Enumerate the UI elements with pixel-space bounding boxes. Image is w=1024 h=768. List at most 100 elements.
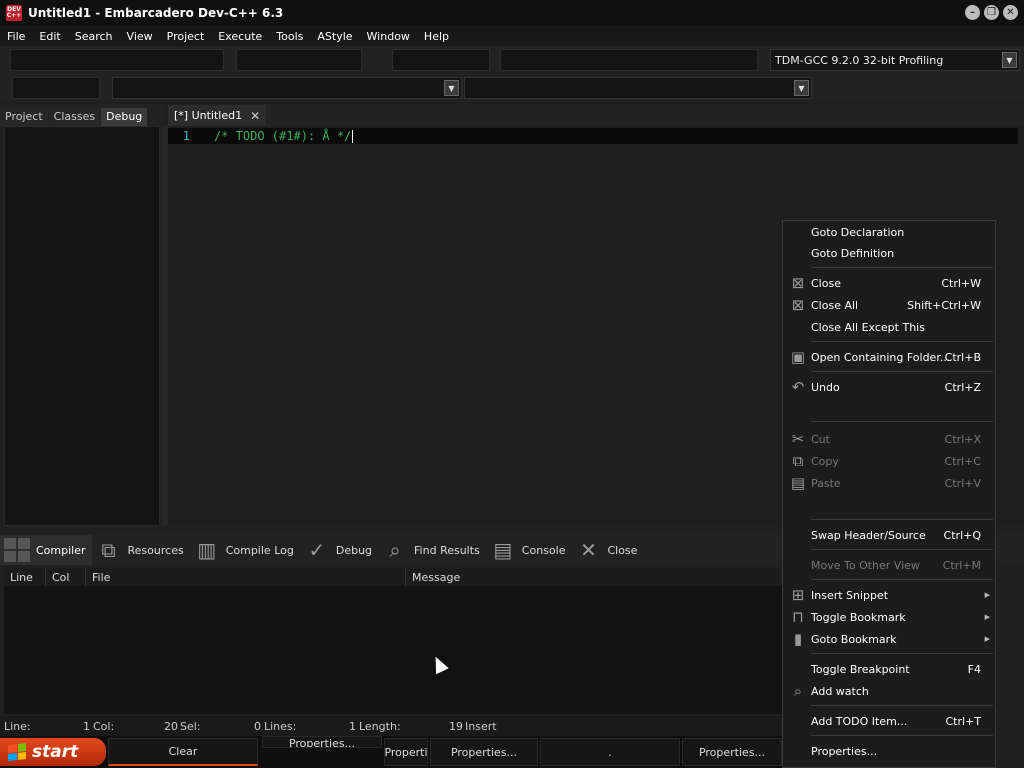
tab-find-results[interactable]: ⌕ Find Results: [378, 535, 486, 565]
left-panel[interactable]: [4, 126, 160, 526]
start-button[interactable]: start: [0, 738, 106, 766]
toolbar-group-edit[interactable]: [236, 49, 362, 71]
tab-debug-output-label: Debug: [335, 543, 373, 557]
tab-compiler[interactable]: Compiler: [0, 535, 92, 565]
menu-swap-header-source[interactable]: Swap Header/Source Ctrl+Q: [783, 524, 995, 546]
tab-compile-log[interactable]: ▥ Compile Log: [190, 535, 300, 565]
menu-separator: [811, 549, 993, 550]
status-lines-label: Lines:: [264, 720, 297, 733]
menu-goto-declaration[interactable]: Goto Declaration: [783, 221, 995, 243]
minimize-icon[interactable]: –: [965, 5, 980, 20]
left-panel-tabs: Project Classes Debug: [0, 104, 164, 126]
column-message[interactable]: Message: [406, 568, 804, 586]
code-text[interactable]: /* TODO (#1#): Å */: [214, 129, 351, 143]
menu-properties[interactable]: Properties...: [783, 740, 995, 762]
member-select[interactable]: ▼: [464, 77, 812, 99]
menu-edit[interactable]: Edit: [32, 30, 67, 43]
menu-goto-bookmark[interactable]: ▮ Goto Bookmark ▶: [783, 628, 995, 650]
menu-open-containing-folder[interactable]: ▣ Open Containing Folder... Ctrl+B: [783, 346, 995, 368]
menu-close-all-except-this[interactable]: Close All Except This: [783, 316, 995, 338]
menu-insert-snippet[interactable]: ⊞ Insert Snippet ▶: [783, 584, 995, 606]
compiler-select[interactable]: TDM-GCC 9.2.0 32-bit Profiling ▼: [770, 49, 1020, 71]
menu-close-all[interactable]: ⊠ Close All Shift+Ctrl+W: [783, 294, 995, 316]
toolbar-group-debug[interactable]: [12, 77, 100, 99]
taskbar-button-properties-2[interactable]: Properti: [384, 738, 428, 766]
status-sel-value: 0: [254, 720, 261, 733]
submenu-arrow-icon: ▶: [984, 635, 990, 643]
menu-add-todo-item[interactable]: Add TODO Item... Ctrl+T: [783, 710, 995, 732]
menu-goto-definition[interactable]: Goto Definition: [783, 242, 995, 264]
taskbar: start Clear Properties... Properti Prope…: [0, 736, 784, 768]
tab-debug-output[interactable]: ✓ Debug: [300, 535, 378, 565]
menu-paste[interactable]: ▤ Paste Ctrl+V: [783, 472, 995, 494]
menu-toggle-bookmark[interactable]: ⊓ Toggle Bookmark ▶: [783, 606, 995, 628]
menu-execute[interactable]: Execute: [211, 30, 269, 43]
chevron-down-icon[interactable]: ▼: [1002, 52, 1017, 68]
column-file[interactable]: File: [86, 568, 406, 586]
snippet-icon: ⊞: [791, 586, 805, 604]
console-icon: ▤: [493, 538, 513, 562]
chevron-down-icon[interactable]: ▼: [444, 80, 459, 96]
column-col[interactable]: Col: [46, 568, 86, 586]
taskbar-button-clear[interactable]: Clear: [108, 738, 258, 766]
tab-debug[interactable]: Debug: [101, 108, 148, 126]
taskbar-button-properties-1[interactable]: Properties...: [262, 736, 382, 748]
tab-resources[interactable]: ⧉ Resources: [92, 535, 190, 565]
close-file-icon: ⊠: [791, 274, 805, 292]
taskbar-button-properties-3[interactable]: Properties...: [430, 738, 538, 766]
menu-search[interactable]: Search: [68, 30, 120, 43]
menu-separator: [811, 735, 993, 736]
devcpp-app-icon[interactable]: DEV C++: [6, 5, 22, 21]
status-length-value: 19: [449, 720, 463, 733]
chevron-down-icon[interactable]: ▼: [794, 80, 809, 96]
tab-close-panel[interactable]: ✕ Close: [571, 535, 643, 565]
close-window-icon[interactable]: ✕: [1003, 5, 1018, 20]
tab-project[interactable]: Project: [0, 108, 48, 126]
close-icon: ✕: [580, 538, 597, 562]
submenu-arrow-icon: ▶: [984, 591, 990, 599]
status-length-label: Length:: [359, 720, 401, 733]
watch-icon: ⌕: [793, 682, 803, 700]
tab-classes[interactable]: Classes: [48, 108, 101, 126]
close-tab-icon[interactable]: ✕: [250, 109, 260, 123]
taskbar-button-properties-4[interactable]: Properties...: [682, 738, 782, 766]
menu-move-to-other-view[interactable]: Move To Other View Ctrl+M: [783, 554, 995, 576]
copy-icon: ⧉: [792, 452, 804, 470]
menu-close[interactable]: ⊠ Close Ctrl+W: [783, 272, 995, 294]
editor-context-menu: Goto Declaration Goto Definition ⊠ Close…: [782, 220, 996, 768]
messages-table-body[interactable]: [4, 586, 784, 714]
toolbar-group-compile[interactable]: [392, 49, 490, 71]
paste-icon: ▤: [790, 474, 806, 492]
toolbar-group-run[interactable]: [500, 49, 758, 71]
menu-window[interactable]: Window: [360, 30, 417, 43]
menu-cut[interactable]: ✂ Cut Ctrl+X: [783, 428, 995, 450]
code-line-current[interactable]: 1 /* TODO (#1#): Å */: [168, 128, 1018, 144]
editor-tab-label: [*] Untitled1: [174, 109, 243, 122]
menu-astyle[interactable]: AStyle: [310, 30, 359, 43]
menu-toggle-breakpoint[interactable]: Toggle Breakpoint F4: [783, 658, 995, 680]
menu-project[interactable]: Project: [160, 30, 212, 43]
menu-separator: [811, 267, 993, 268]
menu-separator: [811, 421, 993, 422]
restore-icon[interactable]: ❐: [984, 5, 999, 20]
menu-undo[interactable]: ↶ Undo Ctrl+Z: [783, 376, 995, 398]
folder-icon: ▣: [790, 348, 806, 366]
menu-file[interactable]: File: [0, 30, 32, 43]
taskbar-button-dot[interactable]: .: [540, 738, 680, 766]
tab-find-results-label: Find Results: [414, 543, 480, 557]
toolbar-group-file[interactable]: [10, 49, 224, 71]
tab-resources-label: Resources: [127, 543, 184, 557]
editor-tabs: [*] Untitled1 ✕: [168, 104, 1024, 126]
menu-copy[interactable]: ⧉ Copy Ctrl+C: [783, 450, 995, 472]
class-select[interactable]: ▼: [112, 77, 462, 99]
menu-view[interactable]: View: [120, 30, 160, 43]
status-col-value: 20: [164, 720, 178, 733]
tab-untitled1[interactable]: [*] Untitled1 ✕: [168, 105, 267, 126]
bookmark-filled-icon: ▮: [793, 630, 803, 648]
tab-console[interactable]: ▤ Console: [486, 535, 572, 565]
menu-tools[interactable]: Tools: [269, 30, 310, 43]
menu-add-watch[interactable]: ⌕ Add watch: [783, 680, 995, 702]
column-line[interactable]: Line: [4, 568, 46, 586]
menu-separator: [811, 341, 993, 342]
menu-help[interactable]: Help: [417, 30, 456, 43]
